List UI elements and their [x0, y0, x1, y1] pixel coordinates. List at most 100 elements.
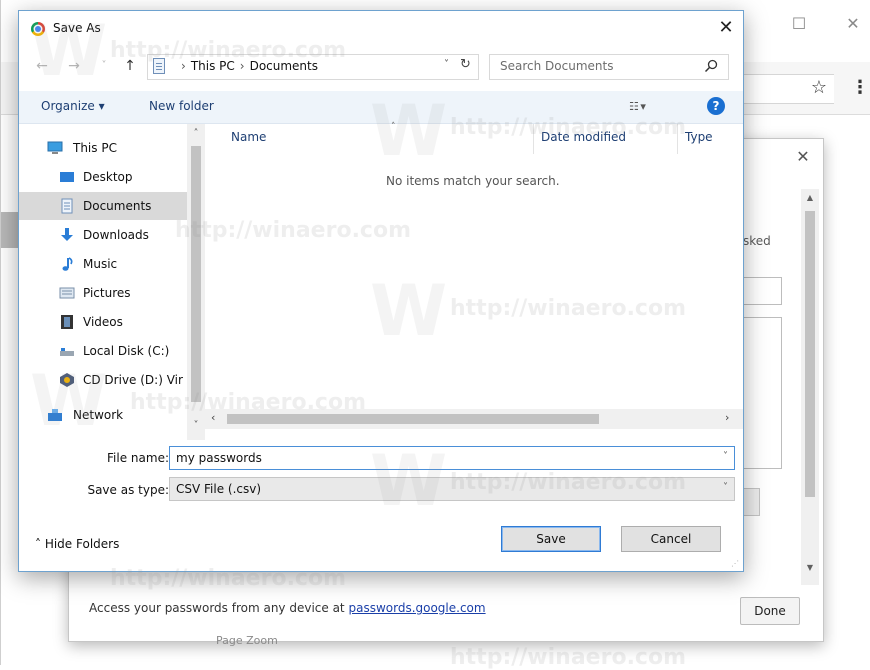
- scroll-up-icon[interactable]: ▲: [801, 191, 819, 205]
- file-list: Name ˄ Date modified Type No items match…: [205, 122, 743, 424]
- nav-item-pictures[interactable]: Pictures: [19, 279, 187, 307]
- done-button[interactable]: Done: [740, 597, 800, 625]
- nav-item-network[interactable]: Network: [19, 401, 187, 429]
- nav-label: Local Disk (C:): [83, 344, 170, 358]
- nav-item-cd-drive[interactable]: CD Drive (D:) Vir: [19, 366, 187, 394]
- nav-item-videos[interactable]: Videos: [19, 308, 187, 336]
- save-type-label: Save as type:: [87, 483, 169, 497]
- cancel-button[interactable]: Cancel: [621, 526, 721, 552]
- view-options-icon[interactable]: ☷ ▾: [629, 100, 646, 113]
- save-button[interactable]: Save: [501, 526, 601, 552]
- column-divider[interactable]: [533, 124, 534, 154]
- chevron-down-icon[interactable]: ˅: [723, 451, 728, 462]
- file-name-input[interactable]: [170, 447, 722, 469]
- password-field[interactable]: [743, 277, 782, 305]
- nav-item-local-disk[interactable]: Local Disk (C:): [19, 337, 187, 365]
- documents-icon: [153, 58, 165, 74]
- dialog-titlebar: Save As ✕: [19, 11, 743, 45]
- scroll-thumb[interactable]: [227, 414, 599, 424]
- horizontal-scrollbar[interactable]: ‹ ›: [205, 409, 743, 429]
- sync-footer: Access your passwords from any device at…: [89, 601, 486, 615]
- password-list[interactable]: [743, 317, 782, 469]
- nav-item-this-pc[interactable]: This PC: [19, 134, 187, 162]
- nav-item-desktop[interactable]: Desktop: [19, 163, 187, 191]
- kebab-icon[interactable]: ⋮: [851, 78, 869, 98]
- column-name[interactable]: Name: [231, 130, 266, 144]
- music-icon: [62, 257, 73, 271]
- chevron-down-icon[interactable]: ˅: [187, 420, 205, 431]
- nav-label: Videos: [83, 315, 123, 329]
- sort-up-icon: ˄: [391, 122, 396, 132]
- maximize-icon[interactable]: ☐: [789, 14, 809, 34]
- nav-label: Pictures: [83, 286, 131, 300]
- nav-item-documents[interactable]: Documents: [19, 192, 187, 220]
- command-bar: Organize ▾ New folder ☷ ▾ ?: [19, 91, 743, 124]
- breadcrumb: › This PC › Documents: [176, 59, 318, 73]
- search-input[interactable]: Search Documents: [500, 59, 613, 73]
- organize-button[interactable]: Organize ▾: [41, 99, 105, 113]
- column-divider[interactable]: [677, 124, 678, 154]
- nav-label: This PC: [73, 141, 117, 155]
- help-icon[interactable]: ?: [707, 97, 725, 115]
- navigation-pane: This PC Desktop Documents Downloads Musi…: [19, 124, 205, 440]
- recent-locations-icon[interactable]: ˅: [95, 57, 113, 75]
- resize-grip-icon[interactable]: ⋰: [731, 559, 739, 568]
- forward-arrow-icon[interactable]: →: [65, 57, 83, 75]
- empty-message: No items match your search.: [386, 174, 560, 188]
- videos-icon: [61, 315, 73, 329]
- refresh-icon[interactable]: ↻: [460, 57, 471, 72]
- nav-label: Downloads: [83, 228, 149, 242]
- search-box[interactable]: Search Documents: [489, 54, 729, 80]
- network-icon: [48, 409, 62, 421]
- navigation-bar: ← → ˅ ↑ › This PC › Documents ˅ ↻ Search Do…: [19, 51, 743, 85]
- nav-label: Music: [83, 257, 118, 271]
- cd-drive-icon: [60, 373, 74, 387]
- nav-label: Desktop: [83, 170, 133, 184]
- pictures-icon: [59, 287, 75, 299]
- nav-label: Network: [73, 408, 124, 422]
- file-name-field[interactable]: ˅: [169, 446, 735, 470]
- save-as-dialog: Save As ✕ ← → ˅ ↑ › This PC › Documents ˅ ↻…: [18, 10, 744, 572]
- navigation-scrollbar[interactable]: ˄ ˅: [187, 124, 205, 440]
- dialog-scrollbar[interactable]: ▲ ▼: [801, 189, 819, 585]
- breadcrumb-documents[interactable]: Documents: [250, 59, 318, 73]
- hide-folders-button[interactable]: ˄ Hide Folders: [35, 537, 119, 551]
- close-icon[interactable]: ✕: [793, 147, 813, 167]
- chevron-right-icon[interactable]: ›: [725, 411, 729, 424]
- nav-label: Documents: [83, 199, 152, 213]
- chevron-down-icon[interactable]: ˅: [723, 482, 728, 493]
- downloads-icon: [61, 228, 73, 241]
- passwords-link[interactable]: passwords.google.com: [348, 601, 485, 615]
- footer-text: Access your passwords from any device at: [89, 601, 345, 615]
- scroll-thumb[interactable]: [805, 211, 815, 497]
- address-bar[interactable]: › This PC › Documents ˅ ↻: [147, 54, 479, 80]
- page-zoom-text: Page Zoom: [216, 634, 278, 647]
- back-arrow-icon[interactable]: ←: [33, 57, 51, 75]
- column-date-modified[interactable]: Date modified: [541, 130, 626, 144]
- nav-label: CD Drive (D:) Vir: [83, 373, 183, 387]
- close-icon[interactable]: ✕: [843, 14, 863, 34]
- save-type-value: CSV File (.csv): [176, 482, 262, 496]
- dialog-title: Save As: [53, 21, 101, 35]
- chevron-up-icon: ˄: [35, 537, 41, 551]
- chevron-up-icon[interactable]: ˄: [187, 128, 205, 139]
- column-type[interactable]: Type: [685, 130, 713, 144]
- chevron-left-icon[interactable]: ‹: [211, 411, 215, 424]
- save-type-select[interactable]: CSV File (.csv) ˅: [169, 477, 735, 501]
- file-name-label: File name:: [107, 451, 169, 465]
- chevron-down-icon[interactable]: ˅: [444, 59, 449, 70]
- star-icon[interactable]: ☆: [809, 78, 829, 98]
- search-icon[interactable]: [704, 59, 718, 73]
- scroll-thumb[interactable]: [191, 146, 201, 402]
- scroll-down-icon[interactable]: ▼: [801, 561, 819, 575]
- up-arrow-icon[interactable]: ↑: [121, 57, 139, 75]
- close-icon[interactable]: ✕: [715, 17, 737, 39]
- breadcrumb-this-pc[interactable]: This PC: [191, 59, 235, 73]
- new-folder-button[interactable]: New folder: [149, 99, 214, 113]
- nav-item-music[interactable]: Music: [19, 250, 187, 278]
- dialog-button[interactable]: [743, 488, 760, 516]
- nav-item-downloads[interactable]: Downloads: [19, 221, 187, 249]
- local-disk-icon: [60, 348, 74, 356]
- this-pc-icon: [47, 141, 63, 154]
- desktop-icon: [60, 172, 74, 182]
